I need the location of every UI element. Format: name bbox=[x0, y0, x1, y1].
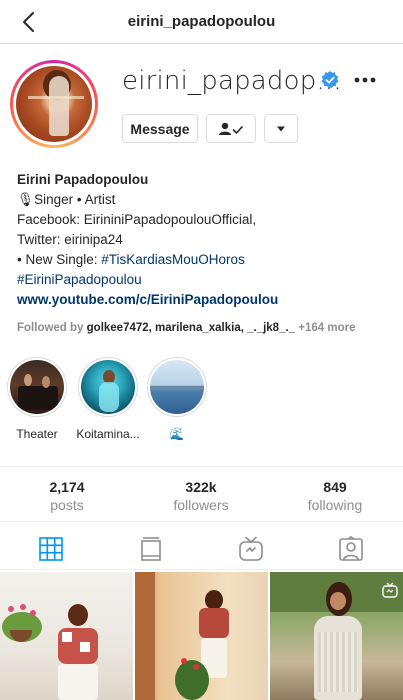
highlight-label: Theater bbox=[16, 427, 58, 441]
highlight-sea[interactable]: 🌊 bbox=[145, 357, 209, 441]
profile-stats: 2,174 posts 322k followers 849 following bbox=[0, 466, 403, 522]
tagged-icon bbox=[339, 535, 363, 561]
bio-line: Facebook: EirininiPapadopoulouOfficial, bbox=[17, 212, 257, 227]
tab-tagged[interactable] bbox=[338, 535, 364, 562]
profile-avatar[interactable] bbox=[10, 60, 98, 148]
highlight-cover bbox=[150, 360, 204, 414]
verified-badge-icon bbox=[321, 71, 339, 89]
message-button[interactable]: Message bbox=[122, 114, 198, 143]
stat-label: following bbox=[307, 497, 363, 513]
bio-line: Twitter: eirinipa24 bbox=[17, 232, 123, 247]
stat-posts: 2,174 posts bbox=[0, 479, 134, 513]
tab-feed[interactable] bbox=[138, 536, 164, 562]
igtv-badge-icon bbox=[382, 582, 398, 598]
post-thumbnail[interactable] bbox=[0, 572, 133, 700]
highlight-label: 🌊 bbox=[169, 427, 185, 441]
followed-by-prefix: Followed by bbox=[17, 322, 87, 334]
more-options-icon bbox=[354, 77, 376, 83]
highlight-koitamina[interactable]: Koitamina... bbox=[76, 357, 140, 441]
bio-line: • New Single: #TisKardiasMouOHoros bbox=[17, 250, 397, 270]
feed-icon bbox=[141, 537, 161, 561]
bio-line: 🎙Singer • Artist bbox=[17, 192, 116, 207]
highlight-cover bbox=[81, 360, 135, 414]
highlight-cover bbox=[10, 360, 64, 414]
profile-username: eirini_papadop... bbox=[122, 66, 342, 96]
stat-label: followers bbox=[173, 497, 229, 513]
website-link[interactable]: www.youtube.com/c/EiriniPapadopoulou bbox=[17, 290, 397, 310]
top-bar: eirini_papadopoulou bbox=[0, 0, 403, 44]
followed-by-more: +164 more bbox=[295, 322, 356, 334]
avatar-image bbox=[16, 66, 92, 142]
highlight-label: Koitamina... bbox=[76, 427, 140, 441]
following-check-icon bbox=[219, 122, 243, 135]
post-thumbnail[interactable] bbox=[270, 572, 403, 700]
stat-value: 322k bbox=[185, 479, 217, 495]
tab-grid[interactable] bbox=[38, 536, 64, 562]
stat-followers[interactable]: 322k followers bbox=[134, 479, 268, 513]
more-options-button[interactable] bbox=[352, 70, 378, 90]
posts-grid bbox=[0, 572, 403, 700]
page-title: eirini_papadopoulou bbox=[127, 13, 276, 30]
caret-down-icon bbox=[277, 126, 285, 131]
stat-label: posts bbox=[50, 497, 84, 513]
stat-value: 2,174 bbox=[49, 479, 85, 495]
grid-icon bbox=[39, 537, 63, 561]
full-name: Eirini Papadopoulou bbox=[17, 172, 149, 187]
profile-tabs bbox=[0, 522, 403, 570]
bio-text: • New Single: bbox=[17, 252, 102, 267]
highlight-theater[interactable]: Theater bbox=[5, 357, 69, 441]
igtv-icon bbox=[239, 536, 263, 561]
post-thumbnail[interactable] bbox=[135, 572, 268, 700]
following-button[interactable] bbox=[206, 114, 256, 143]
followed-by-names: golkee7472, marilena_xalkia, _._jk8_._ bbox=[86, 322, 296, 334]
hashtag-link[interactable]: #TisKardiasMouOHoros bbox=[101, 252, 245, 267]
profile-bio: Eirini Papadopoulou 🎙Singer • Artist Fac… bbox=[17, 170, 397, 310]
stat-value: 849 bbox=[323, 479, 347, 495]
tab-igtv[interactable] bbox=[238, 536, 264, 562]
hashtag-link[interactable]: #EiriniPapadopoulou bbox=[17, 270, 397, 290]
story-highlights: Theater Koitamina... 🌊 bbox=[0, 357, 403, 447]
suggestions-dropdown-button[interactable] bbox=[264, 114, 298, 143]
stat-following[interactable]: 849 following bbox=[268, 479, 402, 513]
followed-by[interactable]: Followed by golkee7472, marilena_xalkia,… bbox=[17, 322, 356, 334]
